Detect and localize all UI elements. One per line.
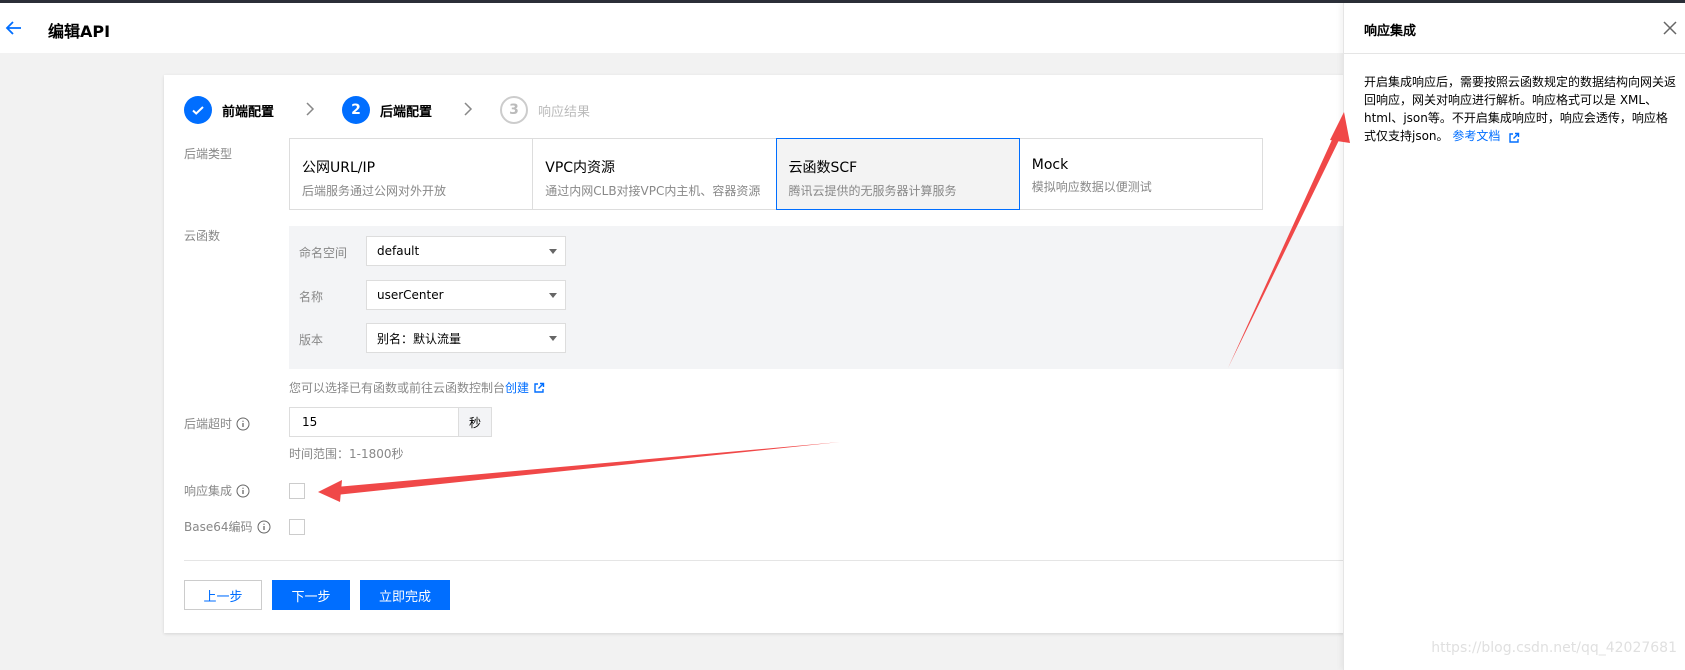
- backend-type-title: 云函数SCF: [788, 160, 858, 176]
- timeout-hint: 时间范围：1-1800秒: [289, 447, 404, 461]
- base64-label-text: Base64编码: [184, 520, 253, 534]
- version-row: 版本 别名：默认流量: [289, 323, 589, 353]
- doc-link[interactable]: 参考文档: [1452, 129, 1500, 143]
- next-button[interactable]: 下一步: [272, 580, 350, 610]
- step-label: 后端配置: [380, 104, 433, 120]
- backend-type-title: Mock: [1031, 157, 1069, 173]
- timeout-unit: 秒: [458, 407, 492, 437]
- external-link-icon[interactable]: [1508, 131, 1520, 143]
- divider: [184, 560, 1354, 561]
- step-backend-config[interactable]: 2 后端配置: [342, 95, 432, 125]
- backend-type-desc: 腾讯云提供的无服务器计算服务: [788, 184, 957, 198]
- response-integration-label-text: 响应集成: [184, 484, 233, 498]
- namespace-label: 命名空间: [299, 246, 348, 260]
- caret-down-icon: [549, 293, 557, 298]
- page-title: 编辑API: [48, 22, 111, 41]
- backend-type-mock[interactable]: Mock 模拟响应数据以便测试: [1018, 138, 1263, 210]
- version-label: 版本: [299, 333, 324, 347]
- back-arrow-icon[interactable]: [4, 18, 24, 38]
- timeout-input[interactable]: 15: [289, 407, 459, 437]
- backend-type-label: 后端类型: [184, 147, 233, 161]
- scf-config-panel: 命名空间 default 名称 userCenter 版本 别名：默认流量: [289, 226, 1354, 369]
- info-icon[interactable]: [236, 417, 250, 431]
- caret-down-icon: [549, 336, 557, 341]
- drawer-title: 响应集成: [1364, 24, 1417, 39]
- finish-button[interactable]: 立即完成: [360, 580, 450, 610]
- namespace-row: 命名空间 default: [289, 236, 589, 266]
- step-label: 前端配置: [222, 104, 275, 120]
- namespace-value: default: [377, 244, 420, 258]
- backend-type-vpc[interactable]: VPC内资源 通过内网CLB对接VPC内主机、容器资源: [532, 138, 777, 210]
- drawer-divider: [1344, 53, 1685, 54]
- base64-label: Base64编码: [184, 518, 271, 535]
- watermark: https://blog.csdn.net/qq_42027681: [1431, 640, 1677, 656]
- backend-type-desc: 通过内网CLB对接VPC内主机、容器资源: [545, 184, 761, 198]
- step-indicator: 前端配置 2 后端配置 3 响应结果: [184, 95, 1084, 125]
- chevron-right-icon: [460, 101, 476, 117]
- page-header: 编辑API: [0, 3, 1344, 53]
- response-integration-checkbox[interactable]: [289, 483, 305, 499]
- function-name-select[interactable]: userCenter: [366, 280, 566, 310]
- backend-type-desc: 模拟响应数据以便测试: [1031, 180, 1152, 194]
- step-frontend-config[interactable]: 前端配置: [184, 95, 274, 125]
- step-number: 2: [342, 96, 370, 124]
- check-icon: [184, 96, 212, 124]
- timeout-value: 15: [302, 415, 318, 429]
- step-label: 响应结果: [538, 104, 591, 120]
- backend-type-desc: 后端服务通过公网对外开放: [302, 184, 447, 198]
- step-response-result: 3 响应结果: [500, 95, 590, 125]
- scf-label: 云函数: [184, 229, 221, 243]
- info-icon[interactable]: [257, 520, 271, 534]
- name-row: 名称 userCenter: [289, 280, 589, 310]
- close-icon[interactable]: [1661, 19, 1679, 37]
- form-card: 前端配置 2 后端配置 3 响应结果 后端类型 公网URL/IP 后端服务通过公…: [164, 75, 1354, 633]
- drawer-body: 开启集成响应后，需要按照云函数规定的数据结构向网关返回响应，网关对响应进行解析。…: [1364, 73, 1676, 145]
- name-label: 名称: [299, 290, 324, 304]
- step-number: 3: [500, 96, 528, 124]
- version-select[interactable]: 别名：默认流量: [366, 323, 566, 353]
- caret-down-icon: [549, 249, 557, 254]
- backend-type-title: VPC内资源: [545, 160, 616, 176]
- info-icon[interactable]: [236, 484, 250, 498]
- namespace-select[interactable]: default: [366, 236, 566, 266]
- backend-type-public-url[interactable]: 公网URL/IP 后端服务通过公网对外开放: [289, 138, 534, 210]
- external-link-icon[interactable]: [533, 382, 545, 394]
- help-drawer: 响应集成 开启集成响应后，需要按照云函数规定的数据结构向网关返回响应，网关对响应…: [1343, 3, 1685, 670]
- base64-checkbox[interactable]: [289, 519, 305, 535]
- backend-type-scf[interactable]: 云函数SCF 腾讯云提供的无服务器计算服务: [775, 138, 1020, 210]
- scf-hint: 您可以选择已有函数或前往云函数控制台 创建: [289, 379, 545, 396]
- create-link[interactable]: 创建: [505, 379, 529, 396]
- response-integration-label: 响应集成: [184, 482, 250, 499]
- backend-type-selector: 公网URL/IP 后端服务通过公网对外开放 VPC内资源 通过内网CLB对接VP…: [289, 138, 1263, 210]
- function-name-value: userCenter: [377, 288, 444, 302]
- scf-hint-text: 您可以选择已有函数或前往云函数控制台: [289, 381, 506, 395]
- prev-button[interactable]: 上一步: [184, 580, 262, 610]
- backend-type-title: 公网URL/IP: [302, 160, 376, 176]
- timeout-label: 后端超时: [184, 415, 250, 432]
- chevron-right-icon: [302, 101, 318, 117]
- version-value: 别名：默认流量: [377, 331, 462, 346]
- timeout-label-text: 后端超时: [184, 417, 233, 431]
